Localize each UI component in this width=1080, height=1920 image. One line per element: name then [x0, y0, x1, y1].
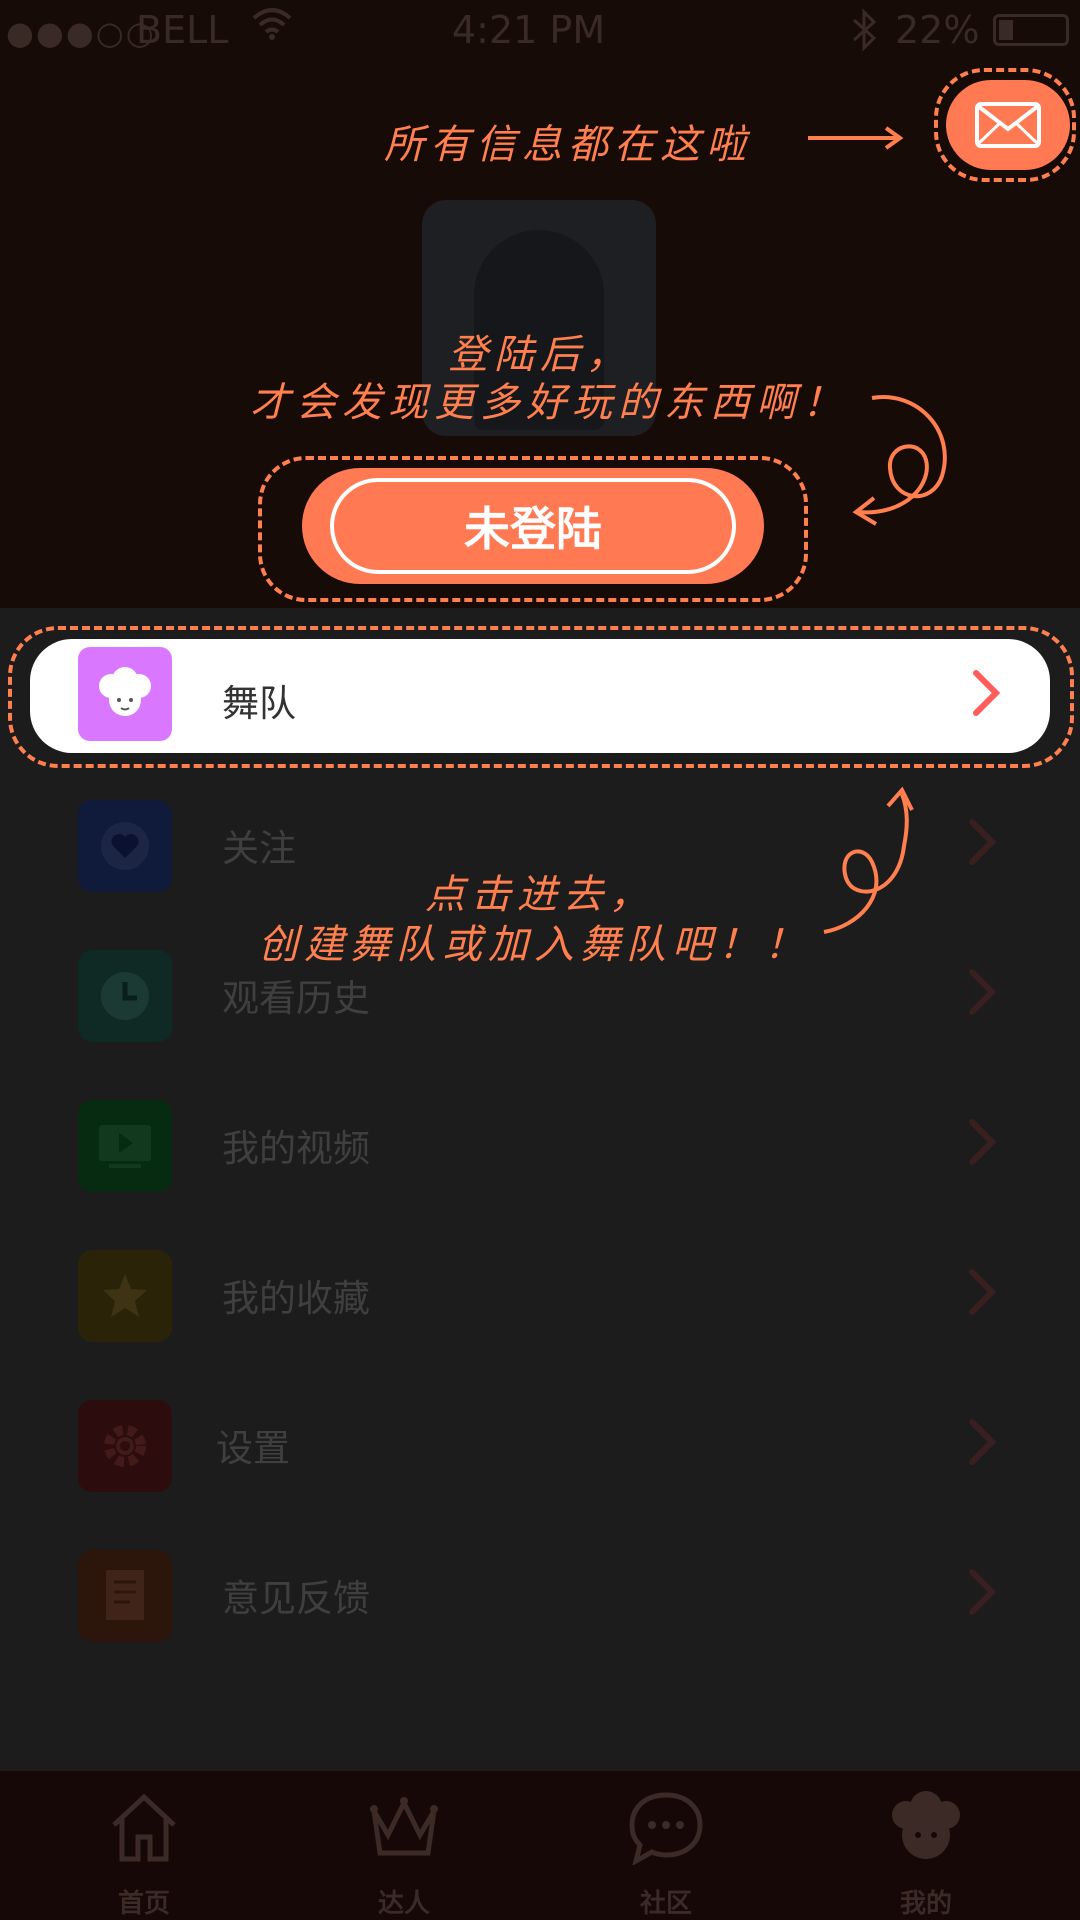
feedback-icon — [78, 1550, 172, 1642]
chevron-right-icon — [964, 1112, 1000, 1183]
profile-icon — [892, 1791, 960, 1859]
chevron-right-icon — [964, 1412, 1000, 1483]
crown-icon — [370, 1797, 438, 1856]
menu-item-label: 我的视频 — [222, 1127, 370, 1170]
login-hint-line2: 才会发现更多好玩的东西啊！ — [250, 380, 848, 426]
bluetooth-icon — [850, 8, 878, 61]
curly-arrow-icon — [852, 394, 947, 526]
menu-item-label: 意见反馈 — [222, 1577, 370, 1620]
carrier-name: BELL — [136, 8, 229, 52]
signal-strength: ●●●○○ — [6, 14, 156, 52]
status-bar: ●●●○○ BELL 4:21 PM 22% — [0, 0, 1080, 60]
chat-icon — [629, 1792, 703, 1865]
tab-mine[interactable]: 我的 — [826, 1789, 1026, 1919]
battery-icon — [993, 14, 1069, 46]
menu-item-label: 观看历史 — [222, 977, 370, 1020]
menu-item-settings[interactable]: 设置 — [0, 1368, 1080, 1518]
tab-bar: 首页 达人 社区 我的 — [0, 1771, 1080, 1920]
login-button-label[interactable]: 未登陆 — [330, 478, 736, 574]
mail-hint-text: 所有信息都在这啦 — [384, 122, 752, 168]
tab-label: 社区 — [639, 1889, 692, 1919]
dance-hint-line2: 创建舞队或加入舞队吧！！ — [258, 922, 810, 968]
tab-home[interactable]: 首页 — [44, 1789, 244, 1919]
tab-label: 首页 — [117, 1889, 170, 1919]
chevron-right-icon — [964, 962, 1000, 1033]
menu-item-feedback[interactable]: 意见反馈 — [0, 1518, 1080, 1668]
gear-icon — [78, 1400, 172, 1492]
menu-item-favorites[interactable]: 我的收藏 — [0, 1218, 1080, 1368]
clock-icon — [78, 950, 172, 1042]
dance-team-icon — [78, 647, 172, 741]
chevron-right-icon — [964, 1262, 1000, 1333]
star-icon — [78, 1250, 172, 1342]
curly-arrow-up-icon — [823, 786, 914, 934]
tab-community[interactable]: 社区 — [566, 1789, 766, 1919]
home-icon — [112, 1793, 176, 1862]
menu-item-label: 设置 — [216, 1427, 290, 1470]
menu-item-dance-team[interactable]: 舞队 — [30, 639, 1050, 753]
menu-item-label: 舞队 — [222, 682, 296, 725]
mail-icon — [975, 102, 1041, 148]
battery-percent: 22% — [895, 8, 980, 52]
tab-label: 我的 — [899, 1889, 952, 1919]
chevron-right-icon — [964, 1562, 1000, 1633]
menu-item-label: 我的收藏 — [222, 1277, 370, 1320]
menu-item-my-videos[interactable]: 我的视频 — [0, 1068, 1080, 1218]
video-icon — [78, 1100, 172, 1192]
arrow-right-icon — [808, 126, 904, 150]
wifi-icon — [250, 6, 294, 49]
status-time: 4:21 PM — [452, 8, 606, 52]
tab-label: 达人 — [377, 1889, 430, 1919]
tab-experts[interactable]: 达人 — [304, 1789, 504, 1919]
messages-button[interactable] — [946, 80, 1070, 170]
chevron-right-icon — [968, 663, 1004, 727]
